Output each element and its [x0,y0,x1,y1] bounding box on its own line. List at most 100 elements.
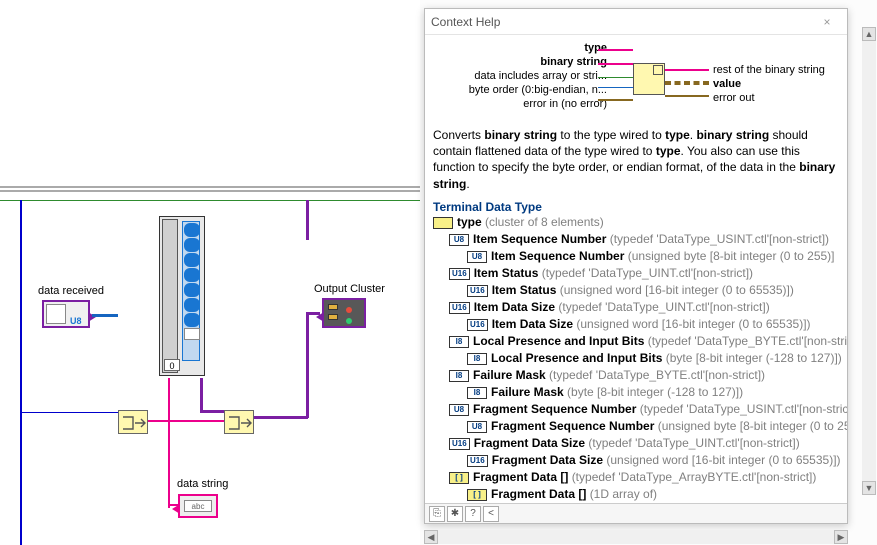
numeric-icon [46,304,66,324]
terminal-type: (typedef 'DataType_USINT.ctl'[non-strict… [610,232,829,246]
datatype-chip: U16 [467,319,488,331]
vertical-scrollbar[interactable]: ▲ ▼ [862,27,876,495]
terminal-type: (typedef 'DataType_BYTE.ctl'[non-strict]… [549,368,765,382]
context-help-toolbar: ⎘ ✱ ? < [425,503,847,523]
string-icon: abc [184,500,212,512]
labview-stage: data received U8 0 Output Cluster [0,0,877,545]
terminal-type: (1D array of) [590,487,657,501]
scroll-left-button[interactable]: ◀ [424,530,438,544]
terminal-type: (unsigned word [16-bit integer (0 to 655… [576,317,810,331]
tree-row: type (cluster of 8 elements) [433,214,839,231]
tree-row: U8Item Sequence Number (unsigned byte [8… [433,248,839,265]
terminal-label: rest of the binary string [713,63,825,77]
terminal-name: Item Data Size [492,317,577,331]
wire [92,314,118,317]
wire [306,200,309,240]
tree-row: U16 Fragment Data Size (unsigned word [16… [433,452,839,469]
context-help-titlebar[interactable]: Context Help × [425,9,847,35]
terminal-label: data includes array or stri... [469,69,607,83]
window-title: Context Help [431,15,813,29]
terminal-type: (unsigned word [16-bit integer (0 to 655… [560,283,794,297]
tree-row: I8Local Presence and Input Bits (typedef… [433,333,839,350]
structure-border [0,190,420,192]
close-button[interactable]: × [813,13,841,31]
help-button[interactable]: ? [465,506,481,522]
indicator-label: data string [177,478,228,490]
wire [148,420,224,422]
datatype-chip: U16 [449,302,470,314]
scroll-down-button[interactable]: ▼ [862,481,876,495]
terminal-type: (unsigned word [16-bit integer (0 to 655… [606,453,840,467]
scroll-right-button[interactable]: ▶ [834,530,848,544]
terminal-label: error out [713,91,825,105]
terminal-name: Fragment Sequence Number [491,419,658,433]
datatype-chip: U16 [449,268,470,280]
tree-row: U8Fragment Sequence Number (unsigned byt… [433,418,839,435]
terminal-name: Local Presence and Input Bits [473,334,648,348]
datatype-chip: I8 [467,353,487,365]
terminal-name: Item Status [492,283,560,297]
tree-row: I8 Failure Mask (byte [8-bit integer (-12… [433,384,839,401]
terminal-name: Local Presence and Input Bits [491,351,666,365]
terminal-type: (typedef 'DataType_BYTE.ctl'[non-strict]… [648,334,847,348]
tree-row: U16Item Data Size (typedef 'DataType_UIN… [433,299,839,316]
data-received-control[interactable]: U8 [42,300,90,328]
datatype-glyph: U8 [70,316,82,326]
wire [306,312,320,315]
structure-border [0,186,420,188]
tree-row: U16 Fragment Data Size (typedef 'DataType… [433,435,839,452]
terminal-label: type [469,41,607,55]
show-optional-terminals-button[interactable]: ✱ [447,506,463,522]
wire [306,312,309,418]
context-help-window[interactable]: Context Help × type binary string data i… [424,8,848,524]
terminal-label: value [713,77,825,91]
terminal-name: type [457,215,485,229]
terminal-name: Item Sequence Number [473,232,610,246]
terminal-type: (byte [8-bit integer (-128 to 127)]) [567,385,743,399]
terminal-name: Fragment Data Size [492,453,607,467]
lock-help-button[interactable]: ⎘ [429,506,445,522]
scroll-up-button[interactable]: ▲ [862,27,876,41]
datatype-chip: U8 [449,234,469,246]
structure-border [0,200,420,201]
wire [200,378,203,412]
terminal-type: (typedef 'DataType_UINT.ctl'[non-strict]… [588,436,799,450]
array-index[interactable]: 0 [164,359,180,371]
datatype-chip: [ ] [449,472,469,484]
datatype-chip: U16 [449,438,470,450]
horizontal-scrollbar[interactable]: ◀ ▶ [424,530,848,544]
indicator-label: Output Cluster [314,283,385,295]
tree-row: I8Local Presence and Input Bits (byte [8… [433,350,839,367]
unflatten-from-string-node[interactable] [224,410,254,434]
terminal-name: Fragment Data [] [491,487,590,501]
function-description: Converts binary string to the type wired… [433,127,839,192]
datatype-chip: U8 [467,251,487,263]
block-diagram-canvas[interactable]: data received U8 0 Output Cluster [0,0,420,545]
wire [200,410,224,413]
terminal-name: Failure Mask [473,368,549,382]
terminal-label: byte order (0:big-endian, n... [469,83,607,97]
function-icon [633,63,665,95]
connector-pane-diagram: type binary string data includes array o… [433,41,839,121]
terminal-name: Failure Mask [491,385,567,399]
context-help-body[interactable]: type binary string data includes array o… [425,35,847,503]
datatype-chip: I8 [467,387,487,399]
data-string-indicator[interactable]: abc [178,494,218,518]
datatype-chip: U16 [467,455,488,467]
datatype-chip: I8 [449,370,469,382]
terminal-type: (unsigned byte [8-bit integer (0 to 255)… [628,249,835,263]
terminal-label: binary string [469,55,607,69]
tree-row: U8 Item Sequence Number (typedef 'DataTyp… [433,231,839,248]
terminal-type: (cluster of 8 elements) [485,215,604,229]
tree-row: U16 Item Data Size (unsigned word [16-bit… [433,316,839,333]
tree-row: U8Fragment Sequence Number (typedef 'Dat… [433,401,839,418]
unflatten-from-string-node[interactable] [118,410,148,434]
datatype-chip [433,217,453,229]
datatype-chip: I8 [449,336,469,348]
datatype-chip: U8 [467,421,487,433]
output-cluster-indicator[interactable] [322,298,366,328]
back-button[interactable]: < [483,506,499,522]
wire [168,504,178,506]
array-constant[interactable]: 0 [159,216,205,376]
terminal-name: Fragment Data Size [474,436,589,450]
